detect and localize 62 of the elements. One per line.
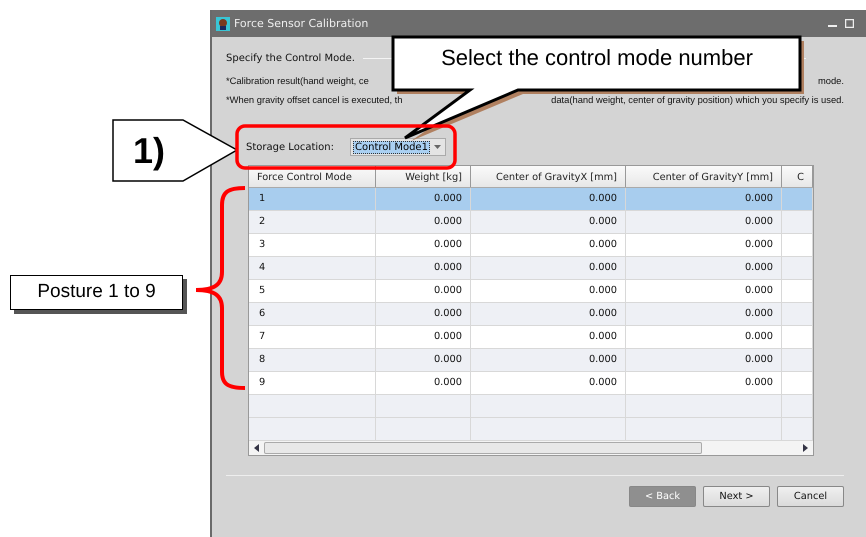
table-cell: 0.000 <box>376 188 471 210</box>
column-header[interactable]: Weight [kg] <box>376 166 471 187</box>
table-cell: 0.000 <box>626 280 782 302</box>
table-cell: 8 <box>249 349 376 371</box>
table-cell: 0.000 <box>626 211 782 233</box>
table-cell: 0.000 <box>626 234 782 256</box>
table-cell: 5 <box>249 280 376 302</box>
table-cell: 0.000 <box>376 349 471 371</box>
table-row[interactable]: 6 0.000 0.000 0.000 <box>249 303 813 326</box>
table-cell: 0.000 <box>626 372 782 394</box>
table-cell: 0.000 <box>626 303 782 325</box>
table-row[interactable]: 5 0.000 0.000 0.000 <box>249 280 813 303</box>
table-cell: 0.000 <box>471 257 626 279</box>
window-title: Force Sensor Calibration <box>234 17 368 30</box>
wizard-button[interactable]: Next > <box>703 486 770 507</box>
table-cell: 0.000 <box>626 326 782 348</box>
table-row[interactable]: 3 0.000 0.000 0.000 <box>249 234 813 257</box>
table-cell: 0.000 <box>471 211 626 233</box>
table-row[interactable]: 9 0.000 0.000 0.000 <box>249 372 813 395</box>
table-cell: 0.000 <box>376 372 471 394</box>
table-cell: 0.000 <box>376 234 471 256</box>
section-heading: Specify the Control Mode. <box>226 52 355 64</box>
table-cell: 0.000 <box>626 257 782 279</box>
table-cell: 0.000 <box>471 326 626 348</box>
table-row[interactable]: 7 0.000 0.000 0.000 <box>249 326 813 349</box>
note-text: *Calibration result(hand weight, ce <box>226 75 369 88</box>
table-cell: 6 <box>249 303 376 325</box>
table-cell: 0.000 <box>376 303 471 325</box>
table-cell: 7 <box>249 326 376 348</box>
table-cell: 0.000 <box>471 349 626 371</box>
callout-text: Select the control mode number <box>440 45 754 71</box>
table-row[interactable]: 1 0.000 0.000 0.000 <box>249 188 813 211</box>
table-cell: 0.000 <box>376 326 471 348</box>
table-cell: 0.000 <box>626 188 782 210</box>
table-cell: 0.000 <box>471 280 626 302</box>
table-cell: 9 <box>249 372 376 394</box>
table-cell: 0.000 <box>376 211 471 233</box>
note-text: mode. <box>818 75 844 88</box>
storage-location-dropdown[interactable]: Control Mode1 <box>350 138 446 156</box>
table-cell: 0.000 <box>626 349 782 371</box>
wizard-button[interactable]: Cancel <box>777 486 844 507</box>
table-cell: 1 <box>249 188 376 210</box>
note-text: data(hand weight, center of gravity position) which you specify is used. <box>551 94 844 107</box>
column-header[interactable]: Force Control Mode <box>249 166 376 187</box>
table-cell: 4 <box>249 257 376 279</box>
table-row[interactable]: 8 0.000 0.000 0.000 <box>249 349 813 372</box>
table-row[interactable]: 4 0.000 0.000 0.000 <box>249 257 813 280</box>
table-cell: 0.000 <box>471 303 626 325</box>
table-cell: 3 <box>249 234 376 256</box>
column-header[interactable]: C <box>782 166 813 187</box>
storage-location-label: Storage Location: <box>246 142 335 152</box>
table-cell: 2 <box>249 211 376 233</box>
table-cell: 0.000 <box>376 257 471 279</box>
table-cell: 0.000 <box>471 188 626 210</box>
note-text: *When gravity offset cancel is executed, th <box>226 94 402 107</box>
step-number: 1) <box>132 130 166 172</box>
table-cell: 0.000 <box>471 372 626 394</box>
table-cell: 0.000 <box>376 280 471 302</box>
table-cell: 0.000 <box>471 234 626 256</box>
column-header[interactable]: Center of GravityX [mm] <box>471 166 626 187</box>
table-row[interactable]: 2 0.000 0.000 0.000 <box>249 211 813 234</box>
column-header[interactable]: Center of GravityY [mm] <box>626 166 782 187</box>
